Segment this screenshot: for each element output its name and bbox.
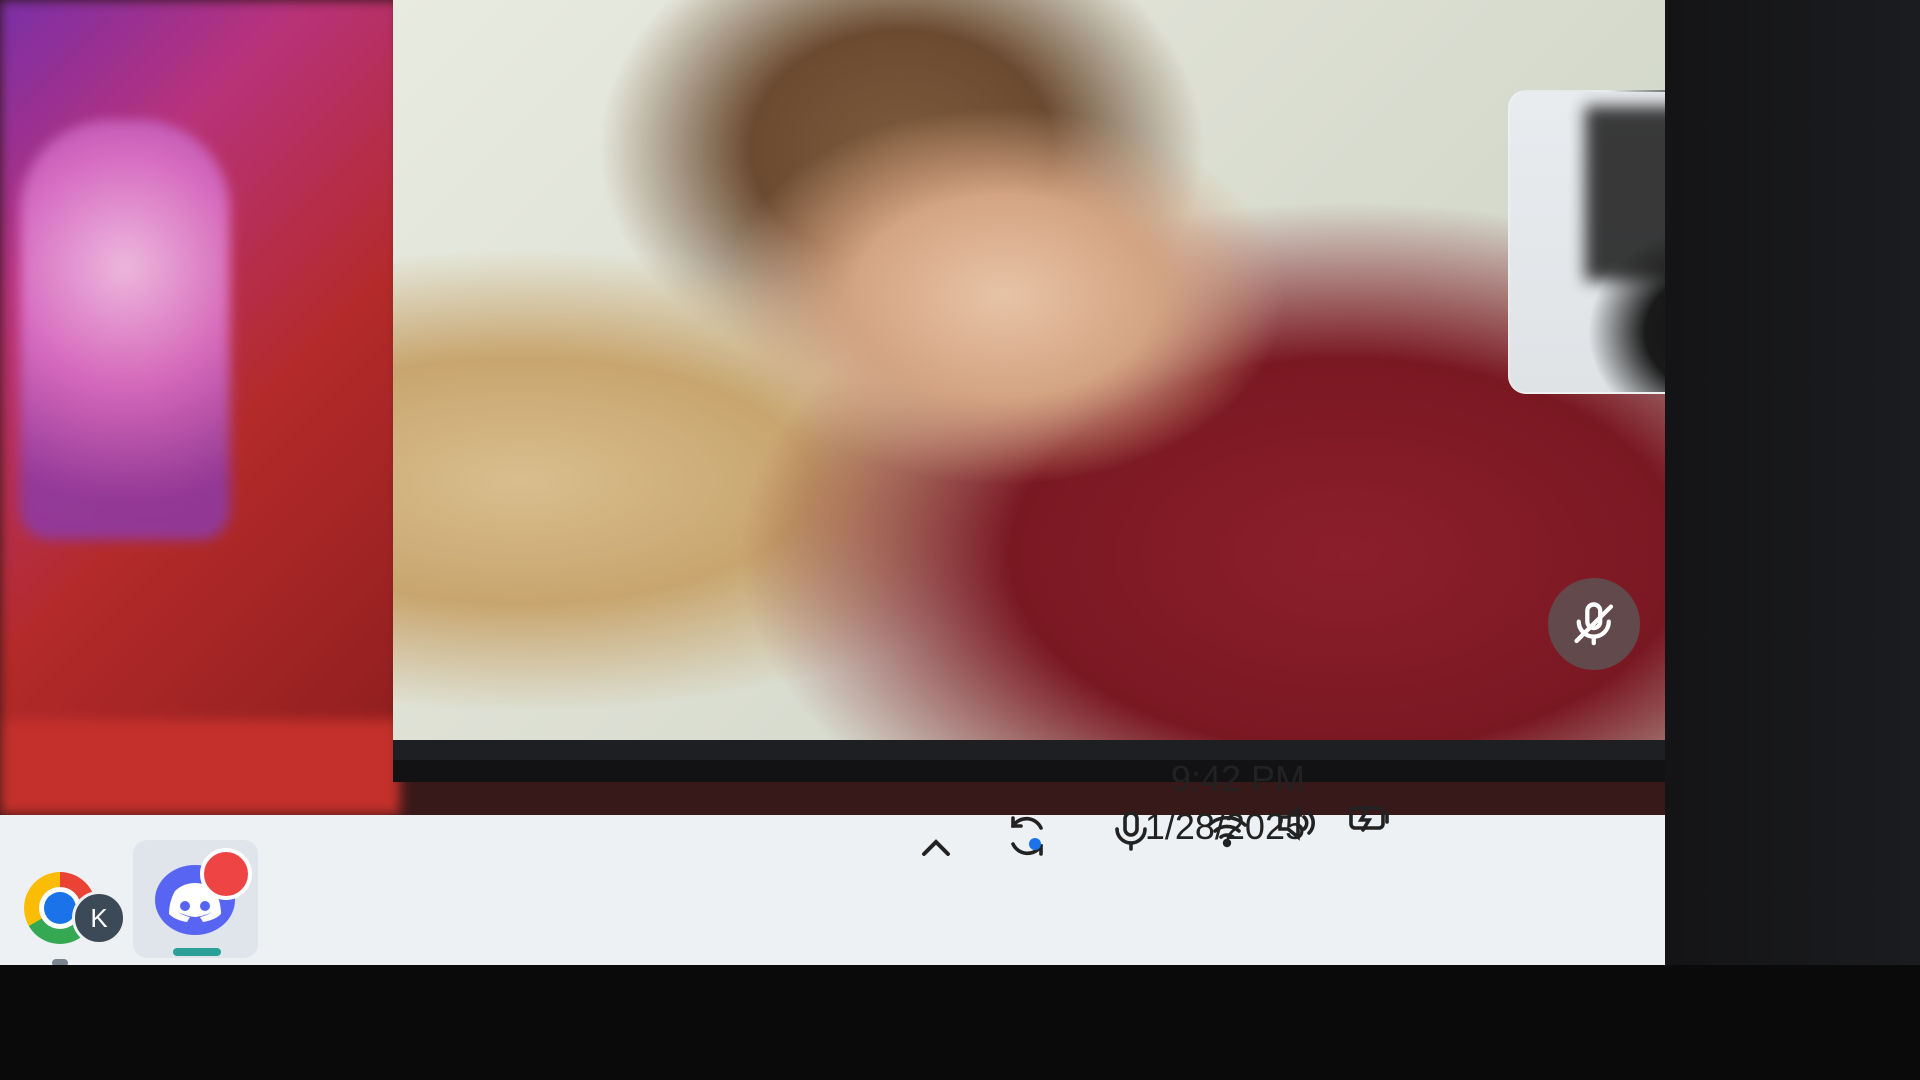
sync-icon[interactable] — [1003, 808, 1051, 864]
video-call-window[interactable] — [393, 0, 1665, 782]
active-indicator — [173, 948, 221, 956]
clock-time: 9:42 PM — [1170, 758, 1305, 799]
pip-participant-video[interactable] — [1508, 90, 1665, 394]
background-window[interactable] — [0, 0, 400, 815]
chrome-icon[interactable]: K — [15, 863, 126, 965]
monitor-bottom-bezel — [0, 965, 1920, 1080]
desktop-screen: K 9:42 PM 1/28/2025 — [0, 0, 1665, 965]
background-figure-image — [20, 120, 230, 540]
battery-charging-icon[interactable] — [1345, 790, 1393, 846]
mic-off-icon — [1548, 578, 1640, 670]
discord-taskbar-button[interactable] — [133, 840, 258, 958]
pip-background-board — [1585, 106, 1665, 281]
chevron-up-icon[interactable] — [912, 820, 960, 876]
profile-badge: K — [72, 891, 126, 945]
notification-badge — [200, 848, 252, 900]
clock-date: 1/28/2025 — [1144, 806, 1305, 847]
taskbar: K — [0, 815, 1665, 965]
main-participant-video[interactable] — [393, 0, 1665, 740]
monitor-side-bezel — [1665, 0, 1920, 1080]
running-indicator — [52, 959, 68, 965]
system-clock[interactable]: 9:42 PM 1/28/2025 — [1145, 755, 1305, 851]
background-window-bar — [0, 720, 400, 815]
